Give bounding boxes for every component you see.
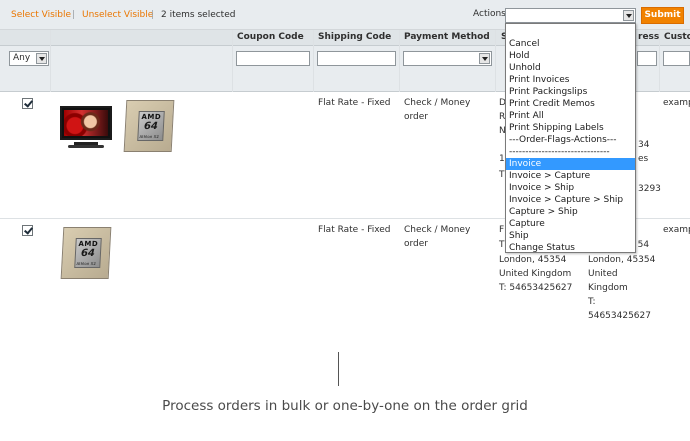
billing-fragment: 34: [638, 140, 650, 150]
billing-line: 54653425627: [588, 311, 651, 321]
customer-cell: examp: [663, 225, 690, 235]
dropdown-option[interactable]: Change Status: [506, 242, 635, 254]
payment-method-line2: order: [404, 239, 428, 249]
column-coupon-code[interactable]: Coupon Code: [237, 32, 304, 42]
payment-method-filter-select[interactable]: [403, 51, 492, 66]
column-shipping-code[interactable]: Shipping Code: [318, 32, 391, 42]
submit-button[interactable]: Submit: [641, 7, 684, 24]
actions-label: Actions: [473, 9, 506, 19]
dropdown-option[interactable]: Print Credit Memos: [506, 98, 635, 110]
dropdown-option[interactable]: ---Order-Flags-Actions---: [506, 134, 635, 146]
massaction-filter-select[interactable]: Any: [9, 51, 49, 66]
billing-fragment: 3293: [638, 184, 661, 194]
customer-filter-input[interactable]: [663, 51, 690, 66]
dropdown-option[interactable]: -------------------------------: [506, 146, 635, 158]
link-separator: |: [72, 10, 76, 20]
dropdown-option[interactable]: Invoice > Ship: [506, 182, 635, 194]
ship-to-fragment: T: [499, 170, 505, 180]
cpu-icon: AMD 64 Athlon X2: [56, 223, 116, 283]
column-customer[interactable]: Custo: [664, 32, 690, 42]
shipping-code-cell: Flat Rate - Fixed: [318, 225, 391, 235]
column-billing-address[interactable]: ress: [638, 32, 659, 42]
caption-text: Process orders in bulk or one-by-one on …: [162, 398, 528, 414]
billing-line: London, 45354: [588, 255, 656, 265]
billing-filter-input[interactable]: [637, 51, 657, 66]
items-selected-count: 2 items selected: [161, 10, 236, 20]
shipping-code-filter-input[interactable]: [317, 51, 396, 66]
tv-icon: [56, 96, 116, 156]
dropdown-option[interactable]: Invoice > Capture > Ship: [506, 194, 635, 206]
actions-select[interactable]: [505, 8, 636, 23]
ship-to-line: London, 45354: [499, 255, 567, 265]
payment-method-line2: order: [404, 112, 428, 122]
dropdown-option[interactable]: Invoice: [506, 158, 635, 170]
order-grid-screenshot: Select Visible | Unselect Visible | 2 it…: [0, 0, 690, 344]
billing-fragment: es: [638, 154, 649, 164]
dropdown-option[interactable]: Capture: [506, 218, 635, 230]
shipping-code-cell: Flat Rate - Fixed: [318, 98, 391, 108]
ship-to-fragment: 1: [499, 154, 505, 164]
dropdown-option[interactable]: Hold: [506, 50, 635, 62]
dropdown-option[interactable]: Ship: [506, 230, 635, 242]
unselect-visible-link[interactable]: Unselect Visible: [82, 10, 153, 20]
any-value: Any: [13, 53, 31, 63]
select-visible-link[interactable]: Select Visible: [11, 10, 71, 20]
cpu-icon: AMD 64 Athlon X2: [119, 96, 179, 156]
dropdown-option[interactable]: Cancel: [506, 38, 635, 50]
chevron-down-icon[interactable]: [36, 53, 47, 64]
row-checkbox[interactable]: [22, 225, 33, 236]
dropdown-option[interactable]: Print All: [506, 110, 635, 122]
dropdown-option[interactable]: Print Packingslips: [506, 86, 635, 98]
billing-line: T:: [588, 297, 596, 307]
coupon-code-filter-input[interactable]: [236, 51, 310, 66]
actions-dropdown-list[interactable]: Cancel Hold Unhold Print Invoices Print Pack…: [505, 23, 636, 253]
ship-to-line: T: 54653425627: [499, 283, 573, 293]
ship-to-line: United Kingdom: [499, 269, 572, 279]
dropdown-option[interactable]: Print Invoices: [506, 74, 635, 86]
chevron-down-icon[interactable]: [479, 53, 490, 64]
customer-cell: examp: [663, 98, 690, 108]
row-checkbox[interactable]: [22, 98, 33, 109]
payment-method-line1: Check / Money: [404, 225, 471, 235]
dropdown-option[interactable]: Invoice > Capture: [506, 170, 635, 182]
billing-line: United: [588, 269, 618, 279]
link-separator-2: |: [151, 10, 155, 20]
dropdown-option[interactable]: Print Shipping Labels: [506, 122, 635, 134]
column-payment-method[interactable]: Payment Method: [404, 32, 490, 42]
chevron-down-icon[interactable]: [623, 10, 634, 21]
dropdown-option[interactable]: Unhold: [506, 62, 635, 74]
billing-line: Kingdom: [588, 283, 628, 293]
payment-method-line1: Check / Money: [404, 98, 471, 108]
ship-to-line: T: [499, 240, 505, 250]
dropdown-option[interactable]: Capture > Ship: [506, 206, 635, 218]
caption-pointer-line: [338, 352, 339, 386]
ship-to-line: F: [499, 225, 505, 235]
